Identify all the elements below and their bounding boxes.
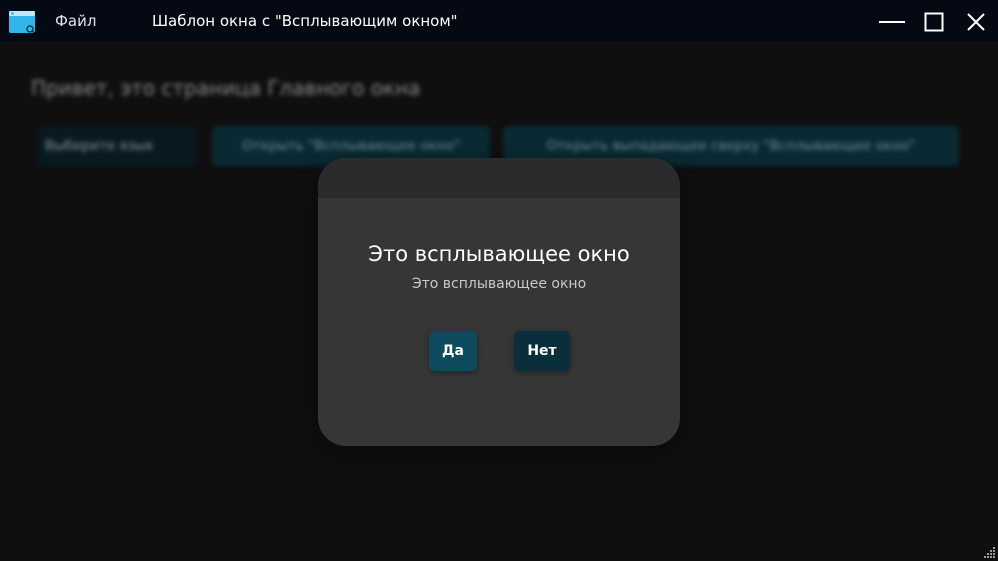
window-title: Шаблон окна с "Всплывающим окном" xyxy=(152,12,458,30)
popup-title: Это всплывающее окно xyxy=(368,242,630,266)
maximize-icon xyxy=(924,12,944,32)
popup-dialog: Это всплывающее окно Это всплывающее окн… xyxy=(318,158,680,446)
popup-header xyxy=(318,158,680,198)
minimize-button[interactable] xyxy=(876,8,908,36)
title-bar: Файл Шаблон окна с "Всплывающим окном" xyxy=(0,0,998,42)
no-button[interactable]: Нет xyxy=(514,331,570,371)
popup-message: Это всплывающее окно xyxy=(411,276,587,292)
menu-file[interactable]: Файл xyxy=(55,12,96,30)
close-icon xyxy=(967,13,985,31)
main-window: Файл Шаблон окна с "Всплывающим окном" П… xyxy=(0,0,998,561)
minimize-icon xyxy=(879,21,905,23)
resize-grip-icon[interactable] xyxy=(982,545,996,559)
window-icon xyxy=(9,11,35,33)
yes-button[interactable]: Да xyxy=(429,331,477,371)
close-button[interactable] xyxy=(960,8,992,36)
page-heading: Привет, это страница Главного окна xyxy=(31,76,421,100)
maximize-button[interactable] xyxy=(918,8,950,36)
language-select[interactable]: Выберите язык xyxy=(37,126,197,166)
